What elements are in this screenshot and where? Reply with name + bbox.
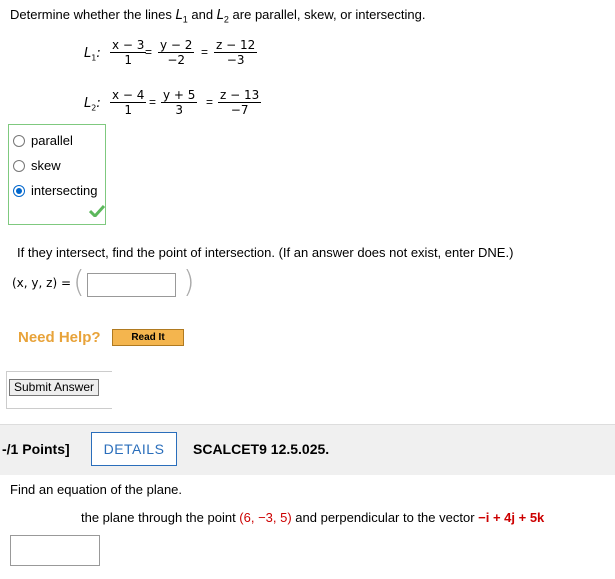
details-button[interactable]: DETAILS xyxy=(91,432,177,466)
xyz-label: (x, y, z) = xyxy=(12,276,71,290)
line2-label: L2: xyxy=(84,96,101,113)
choice-parallel[interactable]: parallel xyxy=(13,133,73,148)
line1-y-fraction: y − 2 −2 xyxy=(158,38,195,67)
sub-question-text: If they intersect, find the point of int… xyxy=(17,245,514,260)
line1-label: L1: xyxy=(84,46,101,63)
vector-value: −i + 4j + 5k xyxy=(478,510,545,525)
question-text: Determine whether the lines L1 and L2 ar… xyxy=(10,7,426,25)
choice-label: skew xyxy=(31,158,61,173)
line1-z-fraction: z − 12 −3 xyxy=(214,38,258,67)
submit-answer-button[interactable]: Submit Answer xyxy=(9,379,99,396)
points-label: -/1 Points] xyxy=(2,441,70,457)
equals-sign: = xyxy=(206,95,214,109)
plane-question-prompt: Find an equation of the plane. xyxy=(10,482,183,497)
line1-x-fraction: x − 31 xyxy=(110,38,147,67)
radio-button[interactable] xyxy=(13,134,25,147)
choice-group: parallel skew intersecting xyxy=(8,124,106,225)
line2-z-fraction: z − 13 −7 xyxy=(218,88,262,117)
choice-skew[interactable]: skew xyxy=(13,158,61,173)
plane-description: the plane through the point (6, −3, 5) a… xyxy=(81,510,545,525)
radio-button-selected[interactable] xyxy=(13,184,25,197)
read-it-button[interactable]: Read It xyxy=(112,329,184,346)
checkmark-icon xyxy=(89,205,105,217)
left-paren-icon: ( xyxy=(73,265,85,300)
right-paren-icon: ) xyxy=(183,265,195,300)
choice-label: parallel xyxy=(31,133,73,148)
need-help-label: Need Help? xyxy=(18,329,101,346)
plane-answer-input[interactable] xyxy=(10,535,100,566)
question-code: SCALCET9 12.5.025. xyxy=(193,441,330,457)
intersection-answer-input[interactable] xyxy=(87,273,176,297)
equals-sign: = xyxy=(149,95,157,109)
line2-x-fraction: x − 41 xyxy=(110,88,147,117)
point-value: (6, −3, 5) xyxy=(239,510,292,525)
choice-intersecting[interactable]: intersecting xyxy=(13,183,97,198)
equals-sign: = xyxy=(145,45,153,59)
radio-button[interactable] xyxy=(13,159,25,172)
line2-y-fraction: y + 53 xyxy=(161,88,198,117)
equals-sign: = xyxy=(201,45,209,59)
choice-label: intersecting xyxy=(31,183,98,198)
